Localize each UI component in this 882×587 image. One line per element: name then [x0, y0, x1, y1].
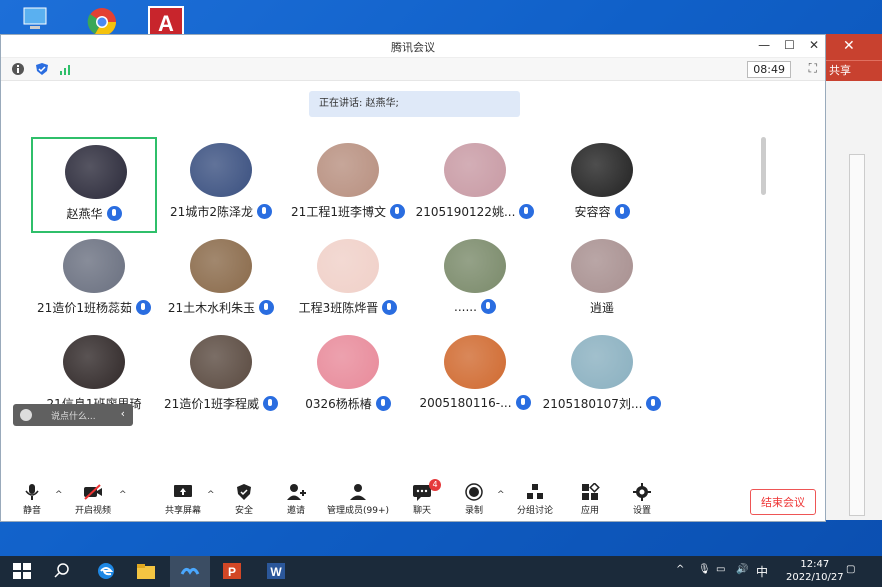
shield-icon[interactable] — [35, 62, 49, 76]
participant-tile[interactable]: 安容容 — [539, 137, 665, 233]
avatar — [65, 145, 127, 199]
manage-members-button[interactable]: 管理成员(99+) — [325, 483, 391, 516]
title-bar: 腾讯会议 — ☐ ✕ — [1, 35, 825, 58]
close-icon[interactable]: ✕ — [809, 38, 819, 52]
speaking-indicator: 正在讲话: 赵燕华; — [309, 91, 520, 117]
notification-icon[interactable]: ▢ — [846, 564, 855, 575]
grid-scrollbar[interactable] — [761, 137, 766, 195]
windows-start-icon[interactable] — [12, 562, 32, 580]
avatar — [571, 239, 633, 293]
autocad-icon[interactable]: A — [146, 4, 186, 36]
avatar — [317, 239, 379, 293]
avatar — [190, 143, 252, 197]
close-icon[interactable]: ✕ — [843, 38, 855, 54]
info-strip: 08:49 ⛶ — [1, 58, 825, 81]
info-icon[interactable] — [11, 62, 25, 76]
participant-tile[interactable]: 0326杨栎椿 — [285, 329, 411, 425]
file-explorer-icon[interactable] — [136, 562, 156, 580]
microphone-icon — [106, 206, 122, 221]
avatar — [317, 143, 379, 197]
bg-scrollbar[interactable] — [849, 154, 865, 516]
chrome-icon[interactable] — [82, 4, 122, 36]
svg-text:W: W — [270, 565, 282, 579]
meeting-window: 腾讯会议 — ☐ ✕ 08:49 ⛶ 正在讲话: 赵燕华; 赵燕华 21城市2陈泽… — [0, 34, 826, 522]
svg-text:A: A — [158, 11, 174, 36]
microphone-icon — [375, 396, 391, 411]
participant-tile[interactable]: 工程3班陈烨晋 — [285, 233, 411, 329]
participant-tile[interactable]: 逍遥 — [539, 233, 665, 329]
chat-input[interactable]: 说点什么... — [51, 409, 96, 422]
breakout-button[interactable]: 分组讨论 — [515, 483, 555, 516]
avatar — [63, 335, 125, 389]
shield-icon — [237, 484, 251, 500]
settings-button[interactable]: 设置 — [629, 483, 655, 516]
word-icon[interactable]: W — [266, 562, 286, 580]
tray-expand-icon[interactable]: ^ — [676, 564, 684, 575]
avatar — [190, 239, 252, 293]
share-screen-icon — [174, 485, 192, 497]
volume-icon[interactable]: 🔊 — [736, 564, 748, 575]
taskbar-clock[interactable]: 12:47 2022/10/27 — [786, 558, 844, 584]
participant-name: 2105180107刘... — [519, 395, 685, 412]
add-user-icon — [287, 484, 306, 500]
avatar — [444, 335, 506, 389]
chat-input-bar[interactable]: 说点什么... ‹ — [13, 404, 133, 426]
powerpoint-icon[interactable]: P — [222, 562, 242, 580]
avatar — [63, 239, 125, 293]
mute-options-caret[interactable]: ^ — [55, 490, 63, 500]
breakout-icon — [527, 484, 543, 499]
members-icon — [350, 484, 366, 500]
apps-button[interactable]: 应用 — [577, 483, 603, 516]
camera-off-icon — [84, 484, 102, 500]
taskbar: P W ^ 🎙 ▭ 🔊 中 12:47 2022/10/27 ▢ — [0, 556, 882, 587]
meeting-toolbar: 静音 ^ 开启视频 ^ 共享屏幕 ^ 安全 邀请 管理成员(99+) 4 聊天 … — [1, 475, 825, 521]
background-window: ✕ 共享 — [820, 34, 882, 520]
svg-text:P: P — [228, 565, 236, 579]
network-icon[interactable]: ▭ — [716, 564, 725, 575]
chat-button[interactable]: 4 聊天 — [409, 479, 441, 516]
emoji-icon[interactable] — [20, 409, 32, 421]
participant-tile[interactable]: 2105180107刘... — [539, 329, 665, 425]
avatar — [571, 335, 633, 389]
share-screen-button[interactable]: 共享屏幕 — [163, 483, 203, 516]
apps-icon — [582, 483, 600, 500]
tencent-meeting-icon[interactable] — [180, 562, 200, 580]
security-button[interactable]: 安全 — [231, 483, 257, 516]
participant-name: 安容容 — [519, 203, 685, 220]
fullscreen-icon[interactable]: ⛶ — [809, 61, 817, 76]
video-button[interactable]: 开启视频 — [73, 483, 113, 516]
end-meeting-button[interactable]: 结束会议 — [750, 489, 816, 515]
microphone-icon — [480, 299, 496, 314]
avatar — [317, 335, 379, 389]
microphone-icon — [614, 204, 630, 219]
window-title: 腾讯会议 — [391, 41, 435, 54]
avatar — [444, 143, 506, 197]
record-icon — [465, 483, 483, 501]
desktop-computer-icon[interactable] — [16, 4, 56, 36]
mute-button[interactable]: 静音 — [19, 483, 45, 516]
share-options-caret[interactable]: ^ — [207, 490, 215, 500]
participant-name: 逍遥 — [589, 301, 614, 315]
chat-badge: 4 — [429, 479, 441, 491]
microphone-icon — [25, 484, 39, 500]
record-button[interactable]: 录制 — [461, 483, 487, 516]
avatar — [571, 143, 633, 197]
invite-button[interactable]: 邀请 — [283, 483, 309, 516]
minimize-icon[interactable]: — — [758, 38, 770, 52]
record-options-caret[interactable]: ^ — [497, 490, 505, 500]
avatar — [190, 335, 252, 389]
tray-mic-icon[interactable]: 🎙 — [698, 564, 711, 575]
microphone-icon — [646, 396, 662, 411]
video-options-caret[interactable]: ^ — [119, 490, 127, 500]
maximize-icon[interactable]: ☐ — [784, 38, 795, 52]
meeting-clock: 08:49 — [747, 61, 791, 78]
bg-tab-share[interactable]: 共享 — [821, 60, 882, 81]
edge-icon[interactable] — [96, 562, 116, 580]
gear-icon — [633, 483, 651, 501]
search-icon[interactable] — [52, 562, 72, 580]
signal-icon[interactable] — [59, 62, 73, 76]
collapse-icon[interactable]: ‹ — [121, 407, 125, 420]
ime-indicator[interactable]: 中 — [756, 563, 768, 580]
avatar — [444, 239, 506, 293]
